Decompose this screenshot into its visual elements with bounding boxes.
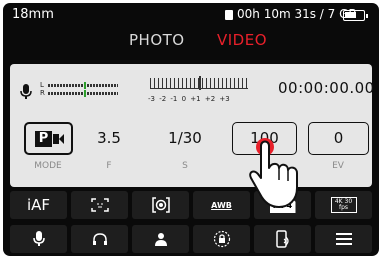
- recording-time-remaining: 00h 10m 31s / 7 GB: [237, 7, 357, 21]
- microphone-icon: [32, 231, 45, 246]
- shutter-value[interactable]: 1/30: [155, 129, 215, 147]
- exposure-mode-button[interactable]: P: [24, 122, 73, 155]
- mode-caption: MODE: [34, 161, 62, 171]
- menu-icon: [335, 233, 352, 245]
- headphones-icon: [92, 233, 107, 245]
- shutter-caption: S: [182, 161, 188, 171]
- person-icon: [154, 233, 167, 246]
- stabilization-icon: [213, 230, 230, 248]
- status-bar: 18mm 00h 10m 31s / 7 GB: [3, 3, 379, 29]
- video-camera-icon: [53, 134, 64, 144]
- exposure-scale: [150, 76, 248, 92]
- phone-connect-icon: [275, 230, 289, 248]
- meter-bar-right: [48, 92, 118, 95]
- timecode: 00:00:00.00: [278, 79, 375, 97]
- exposure-scale-center: [199, 76, 201, 90]
- exposure-scale-labels: -3 -2 -1 0 +1 +2 +3: [148, 95, 230, 103]
- tab-video[interactable]: VIDEO: [217, 31, 267, 49]
- white-balance-button[interactable]: AWB: [193, 191, 250, 219]
- camera-screen: 18mm 00h 10m 31s / 7 GB PHOTO VIDEO L R …: [3, 3, 379, 256]
- meter-label-right: R: [40, 89, 45, 97]
- focus-field-button[interactable]: [71, 191, 128, 219]
- focal-length: 18mm: [12, 7, 54, 22]
- af-mode-label: iAF: [26, 196, 51, 214]
- mode-switch: PHOTO VIDEO: [3, 31, 379, 55]
- meter-level-marker: [84, 82, 86, 89]
- main-menu-button[interactable]: [315, 225, 372, 253]
- awb-label: AWB: [211, 200, 232, 210]
- metering-icon: [151, 197, 170, 213]
- tap-gesture-hand-icon: [249, 138, 298, 208]
- face-detection-button[interactable]: [132, 225, 189, 253]
- aperture-caption: F: [106, 161, 112, 171]
- tab-photo[interactable]: PHOTO: [129, 31, 185, 49]
- battery-icon: [343, 10, 368, 21]
- meter-bar-left: [48, 84, 118, 87]
- sd-card-icon: [225, 10, 233, 20]
- resolution-label: 4K 30 fps: [330, 197, 357, 213]
- headphones-button[interactable]: [71, 225, 128, 253]
- meter-level-marker: [84, 90, 86, 97]
- focus-field-icon: [90, 198, 109, 212]
- stabilization-button[interactable]: [193, 225, 250, 253]
- meter-label-left: L: [40, 81, 44, 89]
- microphone-icon: [20, 84, 32, 99]
- smartphone-connection-button[interactable]: [254, 225, 311, 253]
- program-mode-icon: P: [35, 131, 52, 147]
- video-resolution-button[interactable]: 4K 30 fps: [315, 191, 372, 219]
- aperture-value[interactable]: 3.5: [84, 129, 134, 147]
- ev-caption: EV: [332, 161, 344, 171]
- audio-settings-button[interactable]: [10, 225, 67, 253]
- metering-button[interactable]: [132, 191, 189, 219]
- af-mode-button[interactable]: iAF: [10, 191, 67, 219]
